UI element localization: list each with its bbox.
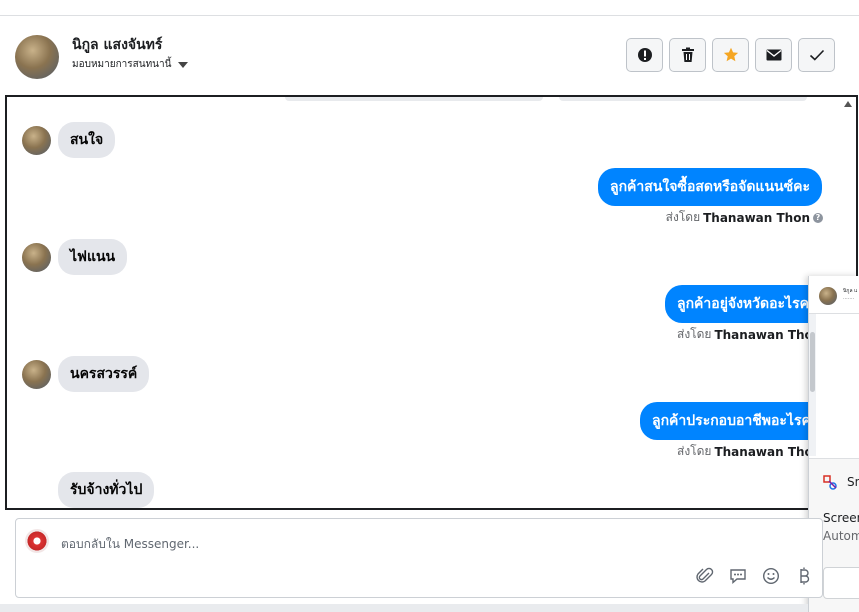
message-bubble: สนใจ — [58, 122, 116, 158]
notification-app-name: Sn — [847, 475, 859, 489]
sent-by-prefix: ส่งโดย — [665, 210, 701, 224]
incoming-message: ไฟแนน — [22, 239, 128, 275]
scroll-up-arrow-icon[interactable] — [844, 101, 852, 107]
composer-toolbar — [694, 565, 814, 586]
mark-done-button[interactable] — [798, 38, 835, 72]
sender-name: Thanawan Thon — [714, 444, 822, 459]
popup-avatar — [819, 287, 837, 305]
saved-replies-icon[interactable] — [727, 565, 748, 586]
mark-unread-button[interactable] — [755, 38, 792, 72]
contact-name[interactable]: นิกูล แสงจันทร์ — [72, 34, 162, 56]
contact-avatar — [22, 242, 51, 272]
assign-label: มอบหมายการสนทนานี้ — [72, 59, 172, 70]
previous-message-edge — [559, 97, 807, 101]
message-bubble: รับจ้างทั่วไป — [58, 472, 155, 508]
sender-name: Thanawan Thon — [703, 210, 810, 225]
popup-subtitle: ....... — [843, 295, 855, 301]
sent-by-label: ส่งโดย Thanawan Thon ? — [666, 208, 823, 227]
sent-by-label: ส่งโดย Thanawan Thon — [677, 442, 821, 461]
outgoing-message-bubble: ลูกค้าสนใจซื้อสดหรือจัดแนนซ์คะ — [598, 168, 822, 206]
reply-input[interactable]: ตอบกลับใน Messenger... — [61, 535, 199, 554]
attachment-icon[interactable] — [694, 565, 715, 586]
delete-button[interactable] — [669, 38, 706, 72]
page-avatar — [25, 529, 49, 553]
popup-scrollbar[interactable] — [809, 314, 816, 456]
payment-icon[interactable] — [793, 565, 814, 586]
message-bubble: ไฟแนน — [58, 239, 128, 275]
incoming-message: นครสวรรค์ — [22, 356, 150, 392]
alert-circle-icon — [637, 48, 652, 62]
header-actions — [626, 38, 835, 72]
caret-down-icon — [178, 61, 189, 68]
contact-avatar[interactable] — [15, 35, 59, 79]
emoji-icon[interactable] — [760, 565, 781, 586]
incoming-message: สนใจ — [22, 122, 116, 158]
trash-icon — [681, 47, 694, 62]
previous-message-edge — [285, 97, 543, 101]
top-strip — [0, 0, 859, 16]
incoming-message: รับจ้างทั่วไป — [58, 472, 155, 508]
message-bubble: นครสวรรค์ — [58, 356, 150, 392]
notification-line-2: Autom — [823, 529, 859, 543]
sender-name: Thanawan Thon — [714, 327, 822, 342]
snipping-tool-icon — [823, 475, 837, 490]
sent-by-prefix: ส่งโดย — [677, 327, 712, 341]
star-button[interactable] — [712, 38, 749, 72]
notification-action-button[interactable] — [823, 567, 859, 599]
bottom-strip — [0, 604, 808, 612]
envelope-icon — [766, 49, 781, 61]
outgoing-message-bubble: ลูกค้าอยู่จังหวัดอะไรคะ — [665, 285, 829, 323]
check-icon — [809, 49, 824, 61]
popup-header[interactable]: นิกูล แ ....... — [809, 276, 859, 314]
contact-avatar — [22, 125, 51, 155]
assign-conversation-dropdown[interactable]: มอบหมายการสนทนานี้ — [72, 57, 189, 72]
help-icon[interactable]: ? — [813, 212, 823, 223]
conversation-header: นิกูล แสงจันทร์ มอบหมายการสนทนานี้ — [0, 17, 859, 94]
message-thread[interactable]: สนใจ ลูกค้าสนใจซื้อสดหรือจัดแนนซ์คะ ส่งโ… — [5, 95, 858, 510]
spam-button[interactable] — [626, 38, 663, 72]
outgoing-message-bubble: ลูกค้าประกอบอาชีพอะไรคะ — [640, 402, 831, 440]
popup-title: นิกูล แ — [843, 288, 858, 294]
sent-by-label: ส่งโดย Thanawan Thon — [677, 325, 821, 344]
star-icon — [723, 47, 738, 62]
reply-composer: ตอบกลับใน Messenger... — [15, 518, 823, 598]
notification-line-1: Screen — [823, 511, 859, 525]
contact-avatar — [22, 359, 51, 389]
sent-by-prefix: ส่งโดย — [677, 444, 712, 458]
